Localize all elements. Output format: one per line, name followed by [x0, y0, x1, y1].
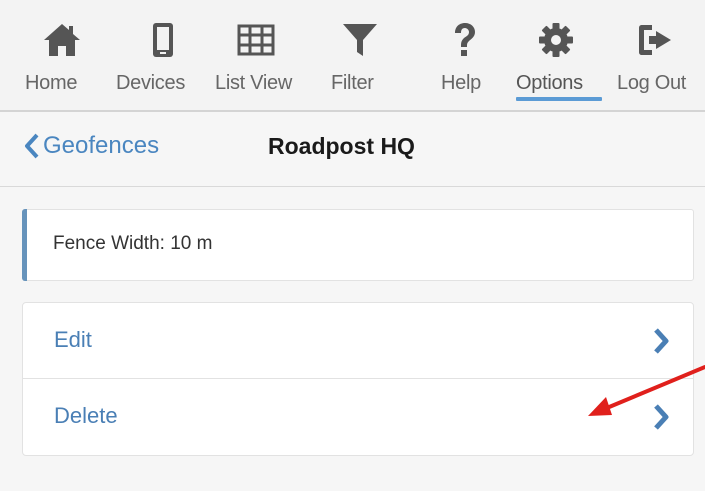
top-toolbar: Home Devices List View Filter Help Optio… [0, 0, 705, 112]
toolbar-label-devices: Devices [116, 72, 186, 94]
toolbar-item-list-view[interactable]: List View [214, 0, 314, 108]
back-button-label: Geofences [43, 132, 160, 159]
toolbar-item-filter[interactable]: Filter [319, 0, 399, 108]
header-bar: Geofences Roadpost HQ [0, 112, 705, 187]
toolbar-label-log-out: Log Out [617, 72, 687, 94]
edit-label: Edit [54, 327, 92, 352]
toolbar-label-filter: Filter [331, 72, 374, 94]
toolbar-label-help: Help [441, 72, 481, 94]
sign-out-icon [636, 20, 676, 60]
toolbar-label-list-view: List View [215, 72, 292, 94]
annotation-arrow [588, 365, 705, 416]
fence-width-info: Fence Width: 10 m [22, 209, 694, 281]
toolbar-label-home: Home [25, 72, 78, 94]
toolbar-item-log-out[interactable]: Log Out [612, 0, 705, 108]
fence-width-text: Fence Width: 10 m [53, 233, 213, 254]
chevron-left-icon [25, 133, 39, 159]
toolbar-label-options: Options [516, 72, 583, 94]
gear-icon [536, 20, 576, 60]
page-title: Roadpost HQ [268, 133, 415, 159]
toolbar-item-home[interactable]: Home [22, 0, 102, 108]
grid-table-icon [236, 20, 276, 60]
home-icon [42, 20, 82, 60]
delete-label: Delete [54, 403, 118, 428]
mobile-phone-icon [143, 20, 183, 60]
back-button[interactable]: Geofences [24, 132, 159, 160]
question-mark-icon [444, 20, 484, 60]
filter-funnel-icon [340, 20, 380, 60]
toolbar-item-devices[interactable]: Devices [113, 0, 213, 108]
toolbar-item-help[interactable]: Help [424, 0, 504, 108]
info-accent-bar [22, 209, 27, 281]
active-tab-indicator [516, 97, 602, 101]
toolbar-item-options[interactable]: Options [510, 0, 605, 108]
